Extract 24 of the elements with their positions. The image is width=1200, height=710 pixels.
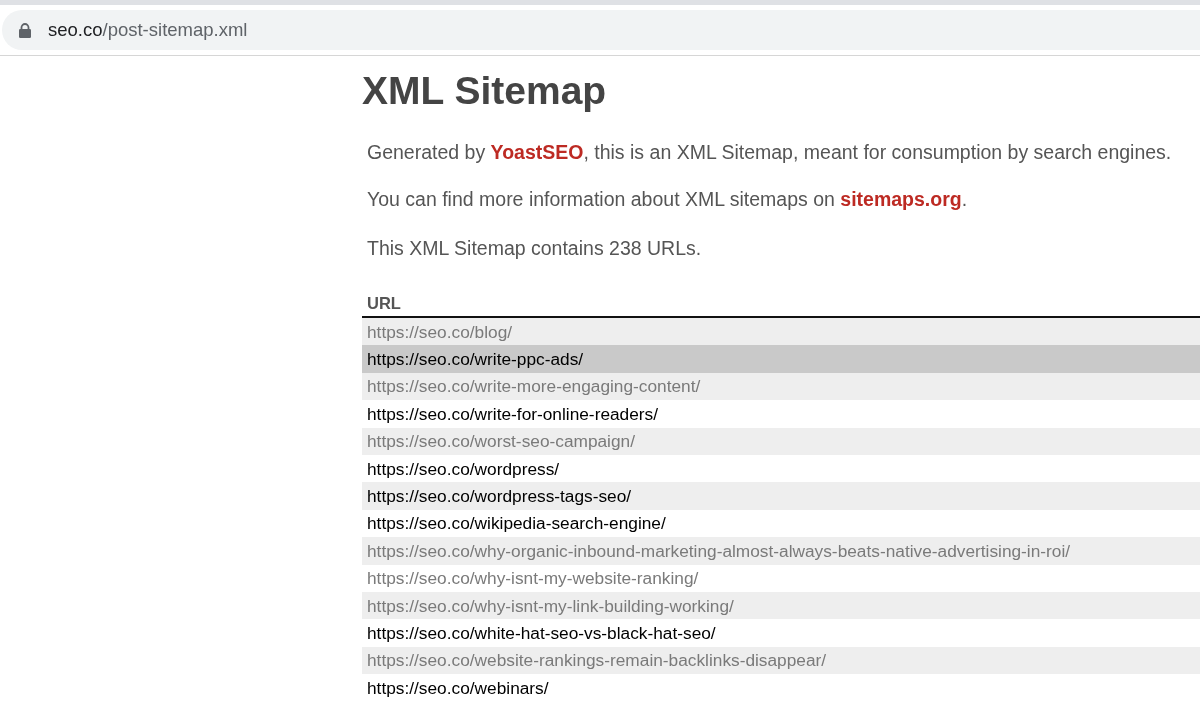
lock-icon[interactable] <box>19 22 31 38</box>
address-bar[interactable]: seo.co/post-sitemap.xml <box>2 10 1200 50</box>
url-link[interactable]: https://seo.co/website-rankings-remain-backlinks-disappear/ <box>367 649 827 672</box>
url-link[interactable]: https://seo.co/worst-seo-campaign/ <box>367 430 635 453</box>
url-link[interactable]: https://seo.co/why-isnt-my-website-ranking/ <box>367 567 699 590</box>
column-header: URL <box>367 292 401 314</box>
url-link[interactable]: https://seo.co/wordpress-tags-seo/ <box>367 485 632 508</box>
text-link[interactable]: sitemaps.org <box>840 188 962 210</box>
url-link[interactable]: https://seo.co/write-for-online-readers/ <box>367 402 659 425</box>
url-link[interactable]: https://seo.co/wikipedia-search-engine/ <box>367 512 666 535</box>
url-link[interactable]: https://seo.co/why-isnt-my-link-building-working/ <box>367 594 734 617</box>
intro-paragraph: This XML Sitemap contains 238 URLs. <box>367 236 703 261</box>
url-link[interactable]: https://seo.co/white-hat-seo-vs-black-hat-seo/ <box>367 622 716 644</box>
address-url[interactable]: seo.co/post-sitemap.xml <box>48 18 248 42</box>
url-link[interactable]: https://seo.co/write-ppc-ads/ <box>367 348 584 371</box>
url-link[interactable]: https://seo.co/why-organic-inbound-marketing-almost-always-beats-native-advertising-in-roi/ <box>367 539 1071 562</box>
page-title: XML Sitemap <box>362 68 608 114</box>
url-link[interactable]: https://seo.co/webinars/ <box>367 676 549 699</box>
url-link[interactable]: https://seo.co/write-more-engaging-content/ <box>367 375 701 398</box>
text-link[interactable]: YoastSEO <box>490 141 584 163</box>
intro-paragraph: Generated by YoastSEO, this is an XML Sitemap, meant for consumption by search engines. <box>367 140 1173 165</box>
url-link[interactable]: https://seo.co/blog/ <box>367 320 513 343</box>
intro-paragraph: You can find more information about XML sitemaps on sitemaps.org. <box>367 187 969 212</box>
url-link[interactable]: https://seo.co/wordpress/ <box>367 457 560 480</box>
